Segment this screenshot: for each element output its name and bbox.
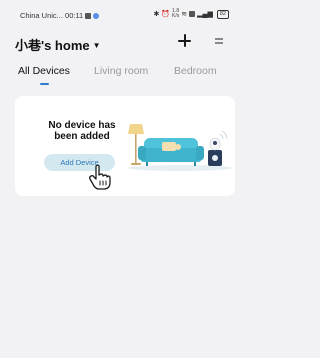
tab-living-room[interactable]: Living room [94,65,148,77]
network-speed: 1.8 K/s [172,9,179,19]
hd-icon [189,11,196,17]
menu-icon[interactable] [215,36,225,46]
home-title: 小巷's home [15,38,90,53]
signal-icon: ▂▄▆ [197,11,213,18]
active-tab-indicator [40,83,49,85]
wifi-icon: ≋ [181,11,188,18]
status-bar: China Unic... 00:11 ✱ ⏰ 1.8 K/s ≋ ▂▄▆ 82 [0,0,241,28]
empty-state-card: No device has been added Add Device [15,96,235,196]
bluetooth-icon: ✱ [153,11,160,18]
notification-icon [85,12,92,19]
empty-state-message: No device has been added [48,120,116,142]
carrier-time-text: China Unic... 00:11 [20,11,84,20]
living-room-illustration [128,124,232,171]
app-notification-icon [93,12,100,19]
network-speed-unit: K/s [172,13,180,19]
home-selector[interactable]: 小巷's home ▼ [15,35,101,54]
chevron-down-icon: ▼ [92,41,101,50]
battery-icon: 82 [216,9,229,19]
alarm-icon: ⏰ [161,11,171,18]
room-tabs: All Devices Living room Bedroom [0,62,241,88]
tab-all-devices[interactable]: All Devices [18,65,70,77]
pointing-hand-icon [89,164,111,190]
home-header: 小巷's home ▼ [0,30,241,56]
tab-bedroom[interactable]: Bedroom [174,65,217,77]
add-icon[interactable] [176,32,194,50]
status-right: ✱ ⏰ 1.8 K/s ≋ ▂▄▆ 82 [153,9,229,19]
status-left: China Unic... 00:11 [20,11,100,20]
